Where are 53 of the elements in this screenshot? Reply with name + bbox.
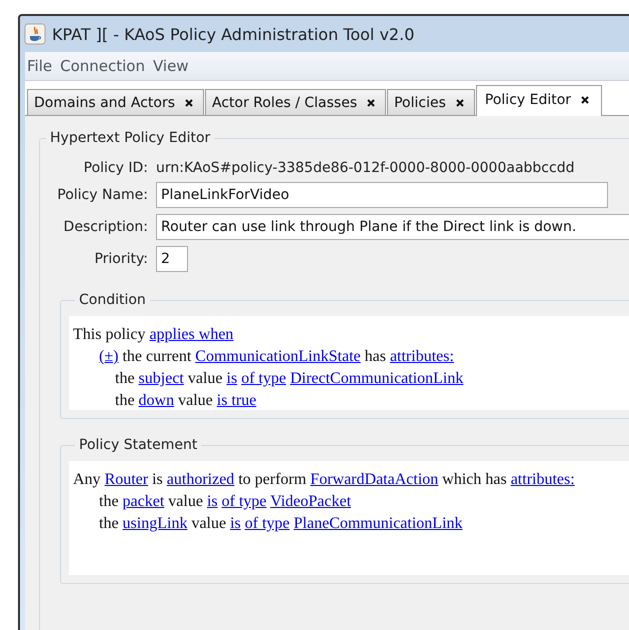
policy-sentence: the down value is true [114,391,258,411]
link[interactable]: of type [244,515,290,532]
link[interactable]: attributes: [390,348,454,365]
link[interactable]: Router [104,471,148,488]
tab[interactable]: Actor Roles / Classes [205,89,386,115]
panel-title: Hypertext Policy Editor [49,130,212,146]
link[interactable]: applies when [149,326,234,343]
link[interactable]: is [206,493,218,510]
policy-sentence: the packet value is of type VideoPacket [98,492,352,512]
menu-item[interactable]: File [27,57,52,75]
section-title: Condition [78,292,147,308]
link[interactable]: VideoPacket [270,493,352,510]
policy-name-field[interactable]: PlaneLinkForVideo [156,182,608,208]
close-icon[interactable] [581,96,590,104]
java-app-icon [24,23,46,45]
link[interactable]: ForwardDataAction [310,471,438,488]
window-title: KPAT ][ - KAoS Policy Administration Tool v2.0 [52,24,414,44]
tab[interactable]: Policy Editor [476,85,602,116]
policy-sentence: (±) the current CommunicationLinkState has attributes: [98,347,455,367]
field-label: Policy Name: [57,187,148,203]
link[interactable]: usingLink [122,515,188,532]
link[interactable]: is [226,370,238,387]
menu-item[interactable]: Connection [60,57,145,75]
tab[interactable]: Domains and Actors [27,89,204,115]
link[interactable]: is true [216,392,256,409]
close-icon[interactable] [456,98,464,106]
menu-item[interactable]: View [152,57,189,75]
policy-sentence: the usingLink value is of type PlaneCommunicationLink [98,514,464,534]
link[interactable]: authorized [166,471,234,488]
tab[interactable]: Policies [387,89,475,115]
link[interactable]: attributes: [510,471,575,488]
priority-field[interactable]: 2 [156,246,188,272]
link[interactable]: CommunicationLinkState [195,348,361,365]
policy-sentence: the subject value is of type DirectCommunicationLink [114,369,464,389]
field-label: Description: [64,219,148,235]
field-label: Policy ID: [84,160,148,176]
link[interactable]: of type [241,370,286,387]
section-title: Policy Statement [78,437,198,453]
link[interactable]: subject [138,370,184,387]
description-field[interactable]: Router can use link through Plane if the Direct link is down. [156,214,629,240]
link[interactable]: of type [222,493,266,510]
link[interactable]: DirectCommunicationLink [290,370,464,387]
policy-sentence: This policy applies when [73,325,234,345]
close-icon[interactable] [367,98,376,106]
link[interactable]: (±) [99,348,118,365]
link[interactable]: is [230,515,241,532]
link[interactable]: packet [122,493,164,510]
policy-id-value: urn:KAoS#policy-3385de86-012f-0000-8000-0000aabbccdd [156,160,576,176]
link[interactable]: down [138,392,174,409]
link[interactable]: PlaneCommunicationLink [294,515,463,532]
policy-sentence: Any Router is authorized to perform ForwardDataAction which has attributes: [73,470,576,490]
close-icon[interactable] [185,98,193,106]
field-label: Priority: [94,251,148,267]
